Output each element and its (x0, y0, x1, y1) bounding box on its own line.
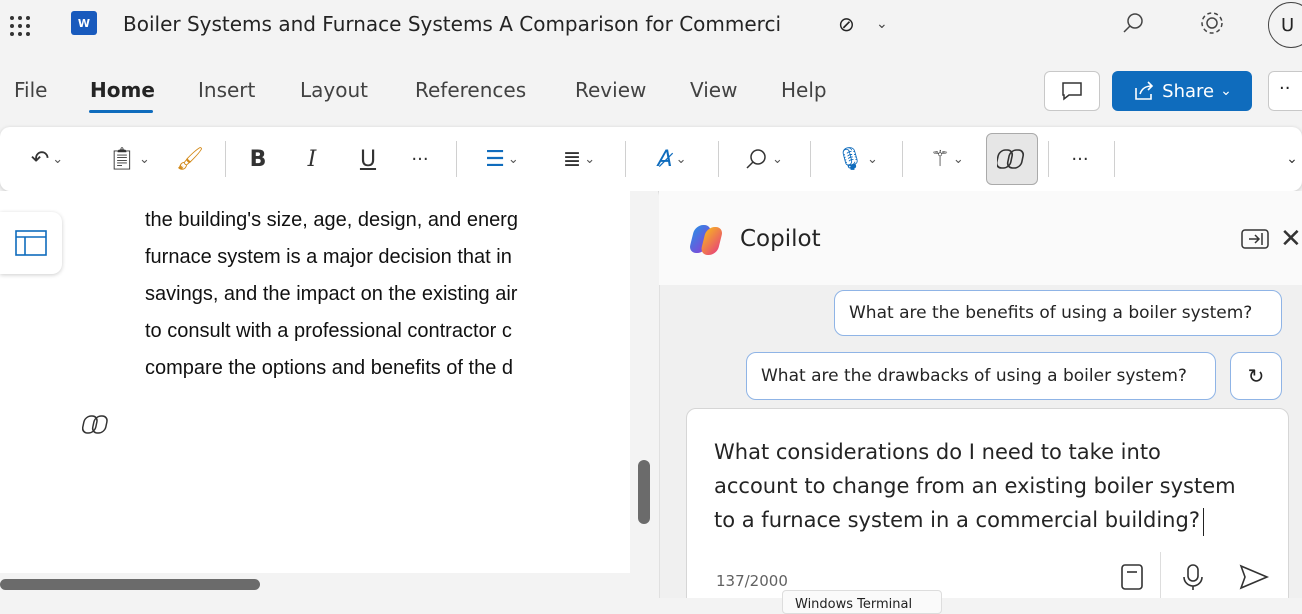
align-button[interactable]: ≣ ⌄ (548, 127, 610, 191)
menu-insert[interactable]: Insert (198, 78, 255, 102)
more-font-options-button[interactable]: ··· (400, 127, 440, 191)
menu-home[interactable]: Home (90, 78, 155, 102)
magic-wand-icon: ⚚ (930, 146, 950, 172)
prompt-input-line[interactable]: account to change from an existing boile… (714, 474, 1236, 498)
clipboard-icon: 📋︎ (108, 146, 137, 172)
navigation-pane-button[interactable] (0, 212, 62, 274)
share-icon (1135, 81, 1154, 100)
app-launcher-icon[interactable] (8, 14, 32, 38)
chevron-down-icon: ⌄ (507, 151, 519, 167)
navigation-pane-icon (15, 230, 47, 256)
menu-review[interactable]: Review (575, 78, 646, 102)
menu-layout[interactable]: Layout (300, 78, 368, 102)
more-options-button[interactable]: ·· (1268, 71, 1302, 111)
suggestion-chip[interactable]: What are the drawbacks of using a boiler… (746, 352, 1216, 400)
prompt-input-line[interactable]: What considerations do I need to take in… (714, 440, 1161, 464)
ribbon-expand-icon[interactable]: ⌄ (1282, 127, 1302, 191)
settings-gear-icon[interactable] (1198, 9, 1226, 37)
input-divider (1160, 552, 1161, 598)
document-line: the building's size, age, design, and en… (145, 209, 518, 231)
copilot-logo-icon (690, 225, 723, 255)
paste-button[interactable]: 📋︎ ⌄ (98, 127, 160, 191)
toolbar-divider (1048, 141, 1049, 177)
suggestion-chip[interactable]: What are the benefits of using a boiler … (834, 290, 1282, 336)
prompt-guide-icon[interactable] (1118, 562, 1146, 592)
toolbar-divider (902, 141, 903, 177)
bullet-list-icon: ☰ (485, 146, 505, 172)
chevron-down-icon: ⌄ (867, 151, 878, 167)
designer-button[interactable]: ⚚ ⌄ (916, 127, 978, 191)
document-line: furnace system is a major decision that … (145, 246, 512, 268)
toolbar-divider (718, 141, 719, 177)
toolbar-divider (810, 141, 811, 177)
active-tab-indicator (89, 110, 153, 113)
document-title[interactable]: Boiler Systems and Furnace Systems A Com… (123, 12, 781, 36)
share-button[interactable]: Share ⌄ (1112, 71, 1252, 111)
comments-button[interactable] (1044, 71, 1100, 111)
chevron-down-icon: ⌄ (1220, 83, 1232, 99)
suggestion-label: What are the benefits of using a boiler … (849, 303, 1253, 323)
refresh-icon: ↻ (1247, 364, 1265, 388)
text-cursor (1203, 508, 1204, 536)
refresh-suggestions-button[interactable]: ↻ (1230, 352, 1282, 400)
status-strip (0, 598, 1302, 610)
format-painter-icon: 🖌︎ (176, 146, 204, 172)
ribbon-toolbar: ↶ ⌄ 📋︎ ⌄ 🖌︎ B I U ··· ☰ ⌄ ≣ ⌄ A̷ ⌄ ⌄ 🎙︎ ⌄ ⚚ ⌄ ·… (0, 127, 1302, 191)
bullets-button[interactable]: ☰ ⌄ (470, 127, 534, 191)
microphone-icon: 🎙︎ (836, 146, 865, 172)
find-button[interactable]: ⌄ (730, 127, 796, 191)
comment-icon (1062, 82, 1082, 101)
menu-file[interactable]: File (14, 78, 47, 102)
undo-icon: ↶ (30, 146, 50, 172)
toolbar-divider (625, 141, 626, 177)
sync-status-icon[interactable]: ⊘ (838, 12, 855, 36)
pop-out-icon[interactable] (1240, 226, 1270, 252)
italic-button[interactable]: I (294, 127, 330, 191)
taskbar-tooltip: Windows Terminal (782, 590, 942, 614)
styles-icon: A̷ (657, 146, 673, 172)
vertical-scrollbar-thumb[interactable] (638, 460, 650, 524)
copilot-inline-icon[interactable] (82, 412, 114, 438)
chevron-down-icon: ⌄ (772, 151, 783, 167)
chevron-down-icon[interactable]: ⌄ (876, 16, 888, 32)
document-line: compare the options and benefits of the … (145, 357, 514, 379)
search-icon[interactable] (1120, 10, 1146, 36)
chevron-down-icon: ⌄ (52, 151, 64, 167)
more-commands-button[interactable]: ··· (1060, 127, 1100, 191)
document-canvas[interactable]: the building's size, age, design, and en… (0, 191, 630, 573)
horizontal-scrollbar-thumb[interactable] (0, 579, 260, 590)
document-line: to consult with a professional contracto… (145, 320, 512, 342)
styles-button[interactable]: A̷ ⌄ (640, 127, 704, 191)
format-painter-button[interactable]: 🖌︎ (170, 127, 210, 191)
underline-button[interactable]: U (350, 127, 386, 191)
character-count: 137/2000 (716, 572, 788, 590)
share-label: Share (1162, 80, 1215, 102)
toolbar-divider (456, 141, 457, 177)
chevron-down-icon: ⌄ (139, 151, 150, 167)
copilot-icon (997, 149, 1025, 169)
copilot-toggle-button[interactable] (986, 133, 1038, 185)
close-icon[interactable]: ✕ (1280, 224, 1302, 254)
send-icon[interactable] (1238, 562, 1270, 592)
undo-button[interactable]: ↶ ⌄ (16, 127, 78, 191)
search-icon (746, 149, 766, 169)
menu-view[interactable]: View (690, 78, 737, 102)
menu-references[interactable]: References (415, 78, 526, 102)
align-icon: ≣ (562, 146, 582, 172)
document-line: savings, and the impact on the existing … (145, 283, 518, 305)
word-logo-icon: W (71, 11, 97, 35)
bold-button[interactable]: B (240, 127, 276, 191)
menu-help[interactable]: Help (781, 78, 827, 102)
toolbar-divider (225, 141, 226, 177)
prompt-input-line[interactable]: to a furnace system in a commercial buil… (714, 508, 1200, 532)
toolbar-divider (1114, 141, 1115, 177)
chevron-down-icon: ⌄ (584, 151, 596, 167)
dictate-button[interactable]: 🎙︎ ⌄ (826, 127, 888, 191)
microphone-icon[interactable] (1180, 562, 1206, 592)
suggestion-label: What are the drawbacks of using a boiler… (761, 366, 1187, 386)
chevron-down-icon: ⌄ (675, 151, 687, 167)
chevron-down-icon: ⌄ (952, 151, 964, 167)
copilot-title: Copilot (740, 226, 821, 252)
